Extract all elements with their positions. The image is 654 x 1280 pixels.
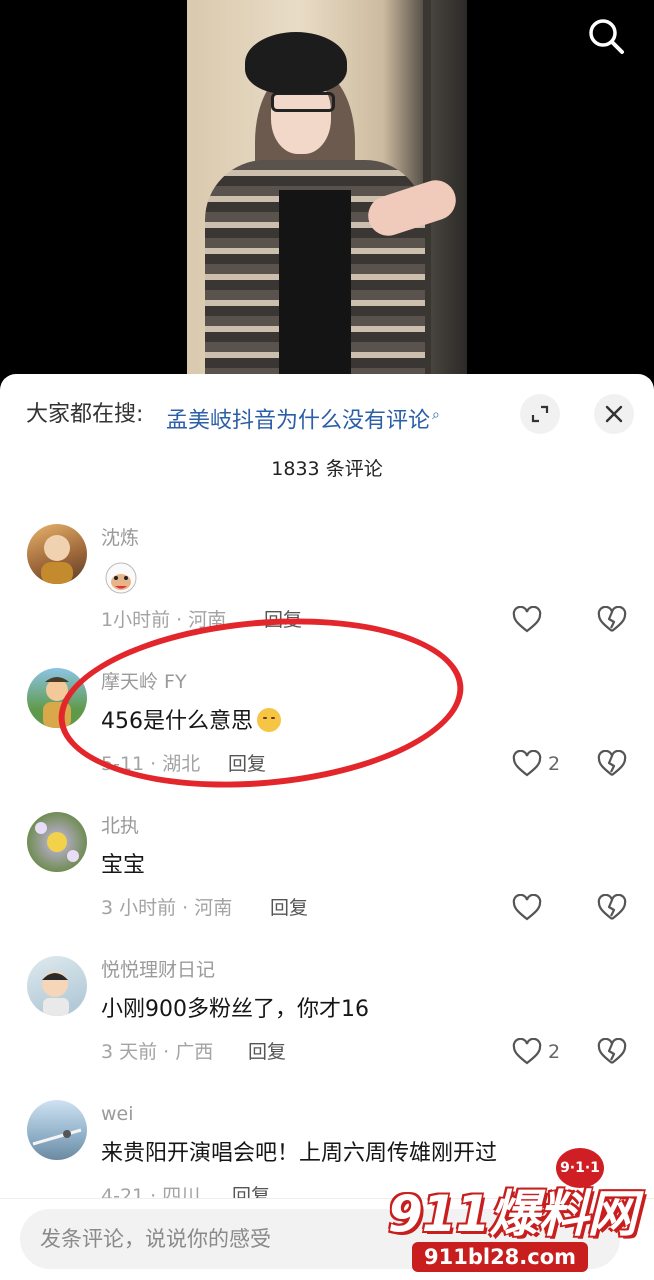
- comment-item: 北执 宝宝 3 小时前 · 河南 回复: [0, 812, 654, 952]
- close-icon[interactable]: [594, 394, 634, 434]
- like-button[interactable]: [512, 890, 548, 926]
- like-button[interactable]: [512, 602, 548, 638]
- comment-username[interactable]: 北执: [101, 812, 139, 840]
- person-glasses: [271, 92, 335, 112]
- person-beret: [245, 32, 347, 94]
- dislike-button[interactable]: [596, 602, 628, 638]
- broken-heart-icon: [597, 1038, 627, 1064]
- watermark-logo: 9·1·1 911爆料网 911bl28.com: [378, 1148, 650, 1280]
- comment-text: 小刚900多粉丝了，你才16: [101, 997, 369, 1022]
- avatar[interactable]: [27, 956, 87, 1016]
- person-black-tshirt: [279, 190, 351, 400]
- expand-icon[interactable]: [520, 394, 560, 434]
- dislike-button[interactable]: [596, 1034, 628, 1070]
- comment-username[interactable]: 悦悦理财日记: [101, 956, 215, 984]
- avatar[interactable]: [27, 1100, 87, 1160]
- video-player[interactable]: [0, 0, 654, 400]
- heart-icon: [512, 750, 542, 777]
- broken-heart-icon: [597, 894, 627, 920]
- heart-icon: [512, 1038, 542, 1065]
- broken-heart-icon: [597, 750, 627, 776]
- comment-time-location: 3 天前 · 广西: [101, 1041, 214, 1063]
- dislike-button[interactable]: [596, 890, 628, 926]
- search-icon[interactable]: [584, 14, 628, 58]
- comment-item: 悦悦理财日记 小刚900多粉丝了，你才16 3 天前 · 广西 回复 2: [0, 956, 654, 1096]
- broken-heart-icon: [597, 606, 627, 632]
- like-button[interactable]: 2: [512, 746, 560, 782]
- small-search-icon: ⌕: [432, 407, 440, 423]
- trending-search-label: 大家都在搜:: [26, 402, 144, 427]
- comments-panel: 大家都在搜: 孟美岐抖音为什么没有评论 ⌕ 1833 条评论 沈炼 1小时前 ·…: [0, 374, 654, 1280]
- avatar[interactable]: [27, 812, 87, 872]
- reply-button[interactable]: 回复: [248, 1038, 286, 1066]
- comment-username[interactable]: wei: [101, 1100, 134, 1128]
- like-count: 2: [548, 1041, 561, 1063]
- avatar[interactable]: [27, 524, 87, 584]
- trending-search-link[interactable]: 孟美岐抖音为什么没有评论 ⌕: [166, 400, 440, 436]
- sheep-emoji-sticker: [101, 560, 141, 596]
- like-count: 2: [548, 753, 561, 775]
- like-button[interactable]: 2: [512, 1034, 560, 1070]
- reply-button[interactable]: 回复: [270, 894, 308, 922]
- heart-icon: [512, 894, 542, 921]
- trending-search-row: 大家都在搜: 孟美岐抖音为什么没有评论 ⌕: [0, 374, 654, 458]
- heart-icon: [512, 606, 542, 633]
- watermark-title: 911爆料网: [388, 1185, 637, 1243]
- comment-text: 宝宝: [101, 853, 146, 878]
- watermark-url: 911bl28.com: [412, 1242, 589, 1272]
- comment-count: 1833 条评论: [271, 458, 383, 480]
- comment-time-location: 3 小时前 · 河南: [101, 897, 233, 919]
- dislike-button[interactable]: [596, 746, 628, 782]
- comment-username[interactable]: 沈炼: [101, 524, 139, 552]
- video-frame: [187, 0, 467, 400]
